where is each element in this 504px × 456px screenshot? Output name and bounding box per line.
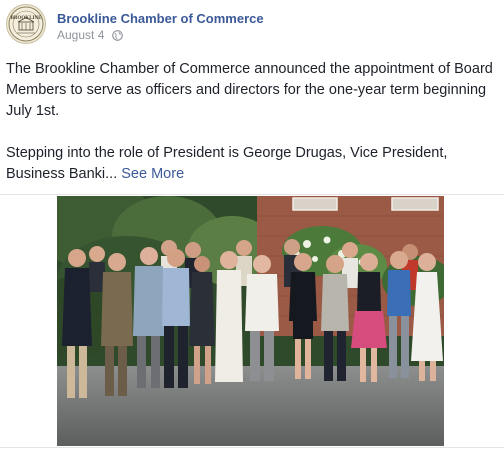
brookline-seal-logo: BROOKLINE <box>8 6 44 42</box>
post-header: BROOKLINE Brookline Chamber of Commerce … <box>6 4 498 48</box>
facebook-post: BROOKLINE Brookline Chamber of Commerce … <box>0 0 504 456</box>
page-avatar[interactable]: BROOKLINE <box>6 4 46 44</box>
post-photo[interactable] <box>57 196 444 446</box>
post-body: The Brookline Chamber of Commerce announ… <box>6 59 498 185</box>
globe-icon[interactable] <box>111 30 123 44</box>
see-more-link[interactable]: See More <box>121 166 184 182</box>
post-paragraph-2-text: Stepping into the role of President is G… <box>6 145 448 182</box>
divider <box>0 194 504 195</box>
post-meta: August 4 <box>57 28 123 44</box>
svg-text:BROOKLINE: BROOKLINE <box>11 16 43 21</box>
group-photo-board-members <box>57 196 444 446</box>
page-name-link[interactable]: Brookline Chamber of Commerce <box>57 11 264 26</box>
post-paragraph-2: Stepping into the role of President is G… <box>6 143 498 185</box>
post-footer-divider <box>0 447 504 448</box>
post-paragraph-1: The Brookline Chamber of Commerce announ… <box>6 61 493 119</box>
post-date[interactable]: August 4 <box>57 28 104 42</box>
